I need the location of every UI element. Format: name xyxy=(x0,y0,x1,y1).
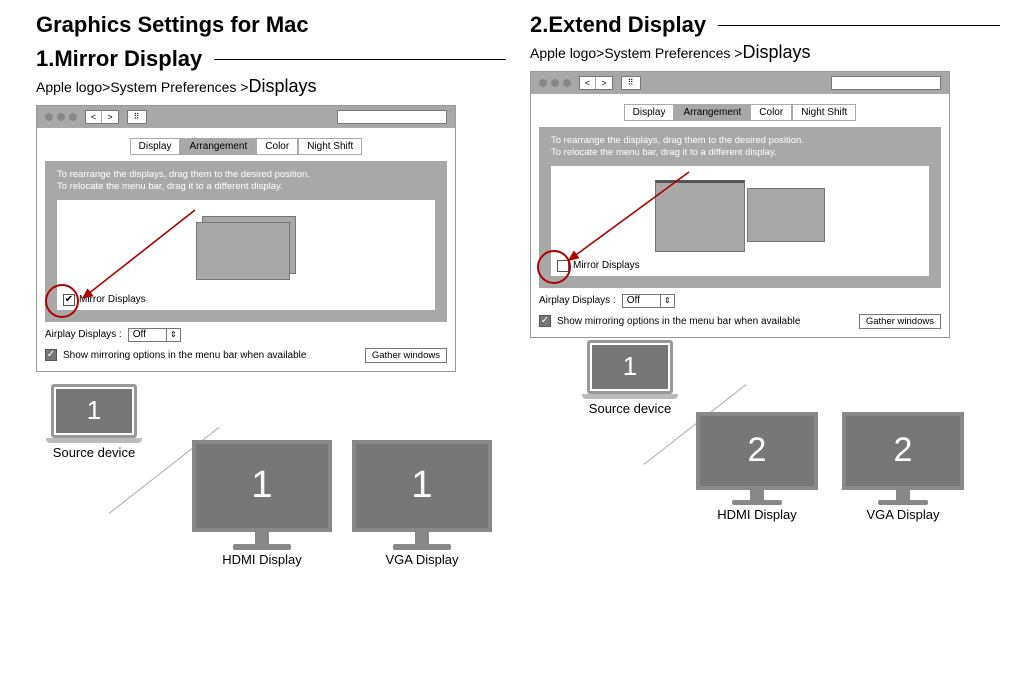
mirror-displays-checkbox[interactable]: ✔ xyxy=(63,294,75,306)
show-all-icon[interactable]: ⠿ xyxy=(621,76,641,90)
tabs-mirror: Display Arrangement Color Night Shift xyxy=(45,138,447,155)
prefs-window-extend: <> ⠿ Display Arrangement Color Night Shi… xyxy=(530,71,950,338)
show-mirroring-checkbox[interactable]: ✓ xyxy=(45,349,57,361)
traffic-lights[interactable] xyxy=(45,113,77,121)
hint-text: To rearrange the displays, drag them to … xyxy=(551,135,929,160)
breadcrumb-mirror: Apple logo>System Preferences >Displays xyxy=(36,76,506,97)
display-canvas[interactable]: Mirror Displays xyxy=(551,166,929,276)
titlebar: <> ⠿ xyxy=(531,72,949,94)
annotation-arrow-icon xyxy=(75,206,215,306)
tab-display[interactable]: Display xyxy=(624,104,675,121)
source-device-icon: 1 Source device xyxy=(582,340,678,416)
airplay-label: Airplay Displays : xyxy=(45,329,122,340)
titlebar: <> ⠿ xyxy=(37,106,455,128)
gather-windows-button[interactable]: Gather windows xyxy=(859,314,941,329)
vga-display-icon: 2 VGA Display xyxy=(842,412,964,522)
hdmi-display-icon: 1 HDMI Display xyxy=(192,440,332,567)
diagram-mirror: 1 Source device 1 HDMI Display 1 VGA Dis… xyxy=(36,380,506,590)
hdmi-display-icon: 2 HDMI Display xyxy=(696,412,818,522)
page-title: Graphics Settings for Mac xyxy=(36,12,506,38)
tab-arrangement[interactable]: Arrangement xyxy=(180,138,256,155)
tab-display[interactable]: Display xyxy=(130,138,181,155)
extended-displays-icon[interactable] xyxy=(561,180,919,252)
airplay-select[interactable]: Off⇕ xyxy=(622,294,675,308)
section-title-extend: 2.Extend Display xyxy=(530,12,706,38)
tab-color[interactable]: Color xyxy=(256,138,298,155)
section-title-mirror: 1.Mirror Display xyxy=(36,46,202,72)
section-rule xyxy=(718,25,1000,26)
show-mirroring-checkbox[interactable]: ✓ xyxy=(539,315,551,327)
arrangement-panel: To rearrange the displays, drag them to … xyxy=(45,161,447,322)
tab-arrangement[interactable]: Arrangement xyxy=(674,104,750,121)
breadcrumb-extend: Apple logo>System Preferences >Displays xyxy=(530,42,1000,63)
arrangement-panel: To rearrange the displays, drag them to … xyxy=(539,127,941,288)
caret-icon: ⇕ xyxy=(660,295,674,307)
gather-windows-button[interactable]: Gather windows xyxy=(365,348,447,363)
search-input[interactable] xyxy=(831,76,941,90)
show-all-icon[interactable]: ⠿ xyxy=(127,110,147,124)
section-rule xyxy=(214,59,506,60)
caret-icon: ⇕ xyxy=(166,329,180,341)
diagram-extend: 1 Source device 2 HDMI Display 2 VGA Dis… xyxy=(530,346,1000,556)
prefs-window-mirror: <> ⠿ Display Arrangement Color Night Shi… xyxy=(36,105,456,372)
display-canvas[interactable]: ✔ Mirror Displays xyxy=(57,200,435,310)
tab-night-shift[interactable]: Night Shift xyxy=(298,138,362,155)
vga-display-icon: 1 VGA Display xyxy=(352,440,492,567)
show-mirroring-label: Show mirroring options in the menu bar w… xyxy=(63,350,306,361)
tab-night-shift[interactable]: Night Shift xyxy=(792,104,856,121)
hint-text: To rearrange the displays, drag them to … xyxy=(57,169,435,194)
mirror-displays-label: Mirror Displays xyxy=(79,294,146,305)
nav-back-forward[interactable]: <> xyxy=(579,76,613,90)
mirror-displays-label: Mirror Displays xyxy=(573,260,640,271)
show-mirroring-label: Show mirroring options in the menu bar w… xyxy=(557,316,800,327)
airplay-label: Airplay Displays : xyxy=(539,295,616,306)
search-input[interactable] xyxy=(337,110,447,124)
traffic-lights[interactable] xyxy=(539,79,571,87)
airplay-select[interactable]: Off⇕ xyxy=(128,328,181,342)
nav-back-forward[interactable]: <> xyxy=(85,110,119,124)
tab-color[interactable]: Color xyxy=(750,104,792,121)
tabs-extend: Display Arrangement Color Night Shift xyxy=(539,104,941,121)
source-device-icon: 1 Source device xyxy=(46,384,142,460)
mirrored-displays-icon[interactable] xyxy=(196,216,296,280)
mirror-displays-checkbox[interactable] xyxy=(557,260,569,272)
